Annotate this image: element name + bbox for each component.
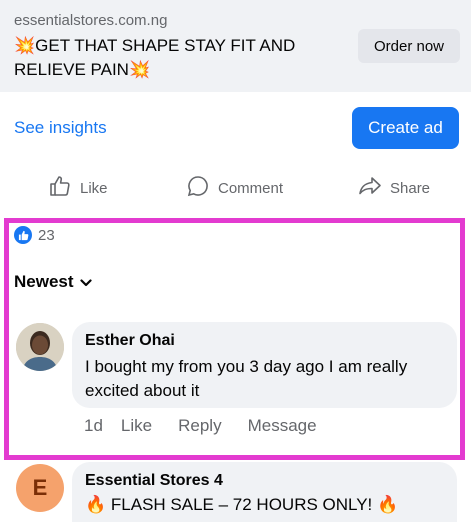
share-button[interactable]: Share [358, 174, 430, 202]
share-label: Share [390, 179, 431, 197]
comment-text: 🔥 FLASH SALE – 72 HOURS ONLY! 🔥 [85, 495, 399, 514]
comment-text: I bought my from you 3 day ago I am real… [85, 357, 408, 400]
reaction-count: 23 [38, 226, 55, 244]
ad-card[interactable]: essentialstores.com.ng 💥GET THAT SHAPE S… [0, 0, 471, 92]
thumbs-up-icon [48, 174, 72, 202]
ad-domain: essentialstores.com.ng [14, 12, 168, 29]
comment-button[interactable]: Comment [186, 174, 283, 202]
post-actions: Like Comment Share [0, 166, 471, 206]
avatar[interactable]: E [16, 464, 64, 512]
like-button[interactable]: Like [48, 174, 108, 202]
comment-timestamp: 1d [84, 416, 103, 435]
comment-sort-dropdown[interactable]: Newest [14, 272, 92, 292]
comment-message-button[interactable]: Message [248, 416, 317, 436]
comment-author[interactable]: Essential Stores 4 [85, 472, 223, 490]
see-insights-link[interactable]: See insights [14, 118, 107, 138]
ad-headline: 💥GET THAT SHAPE STAY FIT AND RELIEVE PAI… [14, 36, 296, 79]
order-now-button[interactable]: Order now [358, 29, 460, 63]
comment-bubble: Esther Ohai I bought my from you 3 day a… [72, 322, 457, 408]
profile-photo-icon [16, 323, 64, 371]
comment-actions: 1d Like Reply Message [84, 416, 343, 436]
like-label: Like [80, 179, 108, 197]
insights-row: See insights Create ad [0, 92, 471, 160]
avatar[interactable] [16, 323, 64, 371]
comment-bubble-icon [186, 174, 210, 202]
comment-label: Comment [218, 179, 284, 197]
comment-like-button[interactable]: Like [121, 416, 152, 436]
chevron-down-icon [79, 272, 92, 292]
comment-author[interactable]: Esther Ohai [85, 332, 175, 350]
like-reaction-icon [14, 226, 32, 244]
comment-bubble: Essential Stores 4 🔥 FLASH SALE – 72 HOU… [72, 462, 457, 522]
reaction-summary[interactable]: 23 [14, 226, 55, 244]
sort-label: Newest [14, 272, 74, 291]
share-arrow-icon [358, 174, 382, 202]
comment-reply-button[interactable]: Reply [178, 416, 221, 436]
create-ad-button[interactable]: Create ad [352, 107, 459, 149]
